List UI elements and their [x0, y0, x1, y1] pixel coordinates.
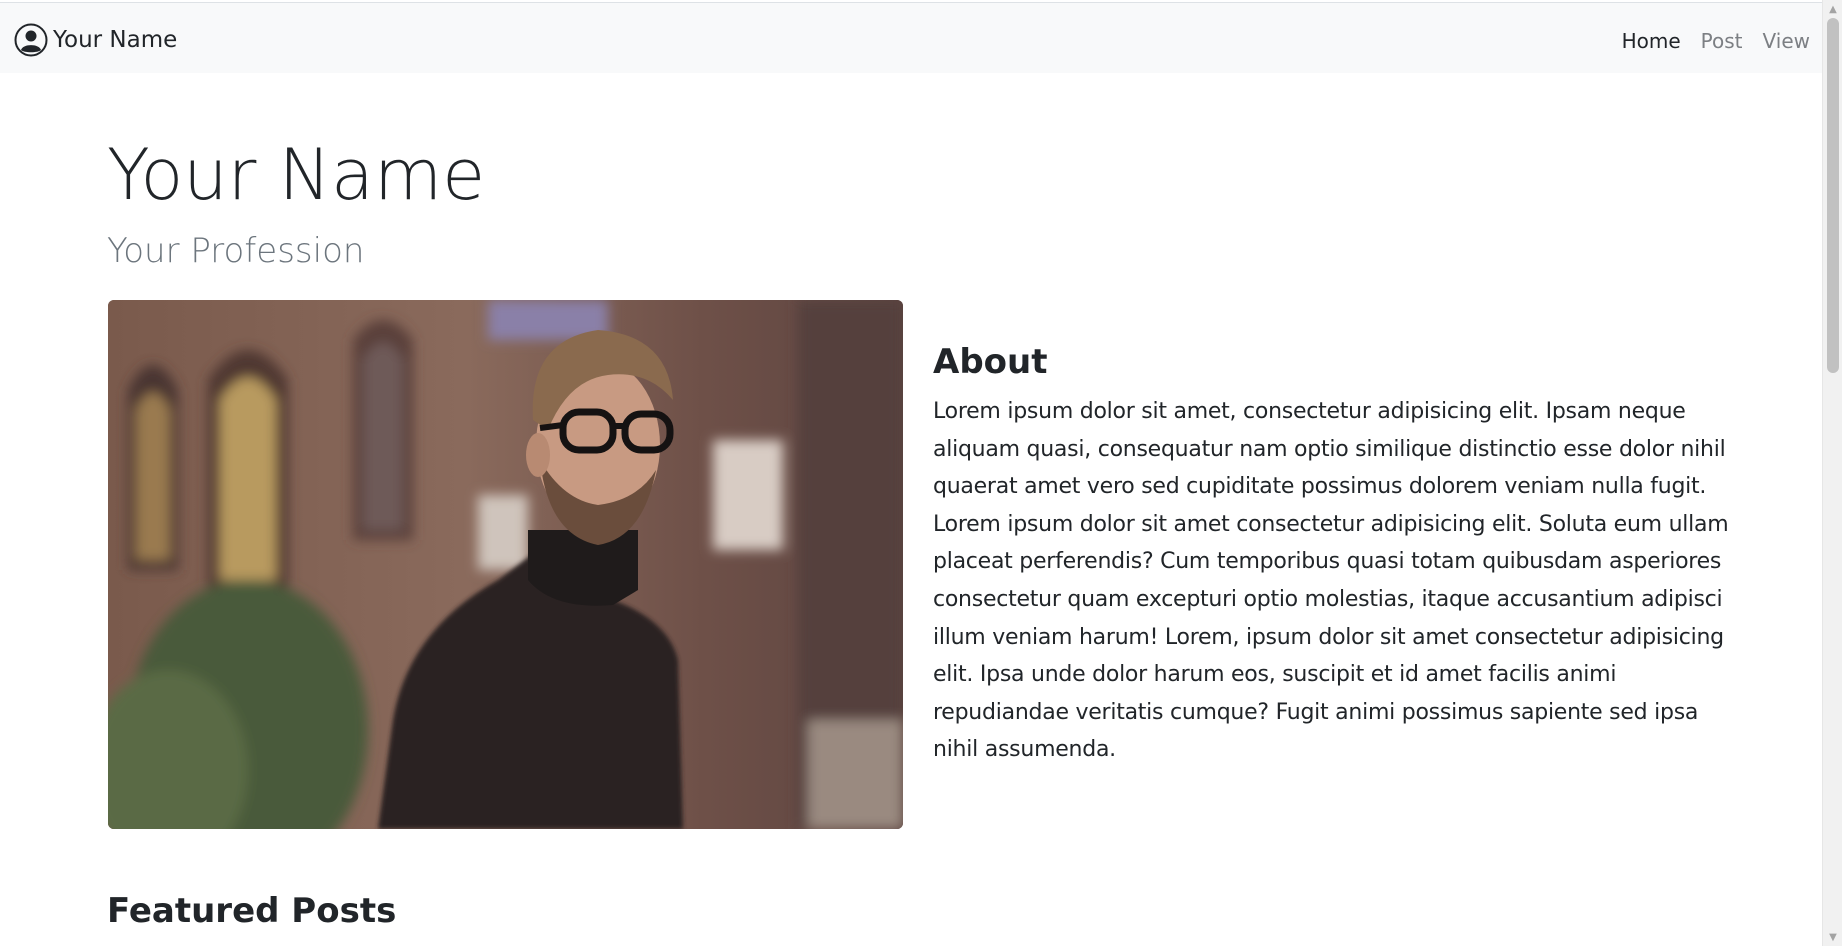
- nav-view-link[interactable]: View: [1763, 27, 1810, 55]
- page-scrollbar[interactable]: ▲ ▼: [1822, 0, 1842, 946]
- nav-links: Home Post View: [1622, 27, 1810, 55]
- page-title: Your Name: [107, 134, 486, 216]
- about-heading: About: [933, 342, 1048, 382]
- navbar-brand[interactable]: Your Name: [14, 23, 177, 57]
- page-subtitle: Your Profession: [107, 231, 365, 271]
- profile-photo: [108, 300, 903, 829]
- navbar: Your Name Home Post View: [0, 2, 1822, 73]
- scroll-up-arrow-icon[interactable]: ▲: [1823, 0, 1842, 18]
- scroll-down-arrow-icon[interactable]: ▼: [1823, 928, 1842, 946]
- nav-home-link[interactable]: Home: [1622, 27, 1681, 55]
- user-circle-icon: [14, 23, 48, 57]
- about-text: Lorem ipsum dolor sit amet, consectetur …: [933, 399, 1729, 763]
- brand-name: Your Name: [53, 27, 178, 53]
- featured-posts-heading: Featured Posts: [107, 891, 397, 931]
- scroll-thumb[interactable]: [1827, 18, 1839, 373]
- nav-post-link[interactable]: Post: [1701, 27, 1743, 55]
